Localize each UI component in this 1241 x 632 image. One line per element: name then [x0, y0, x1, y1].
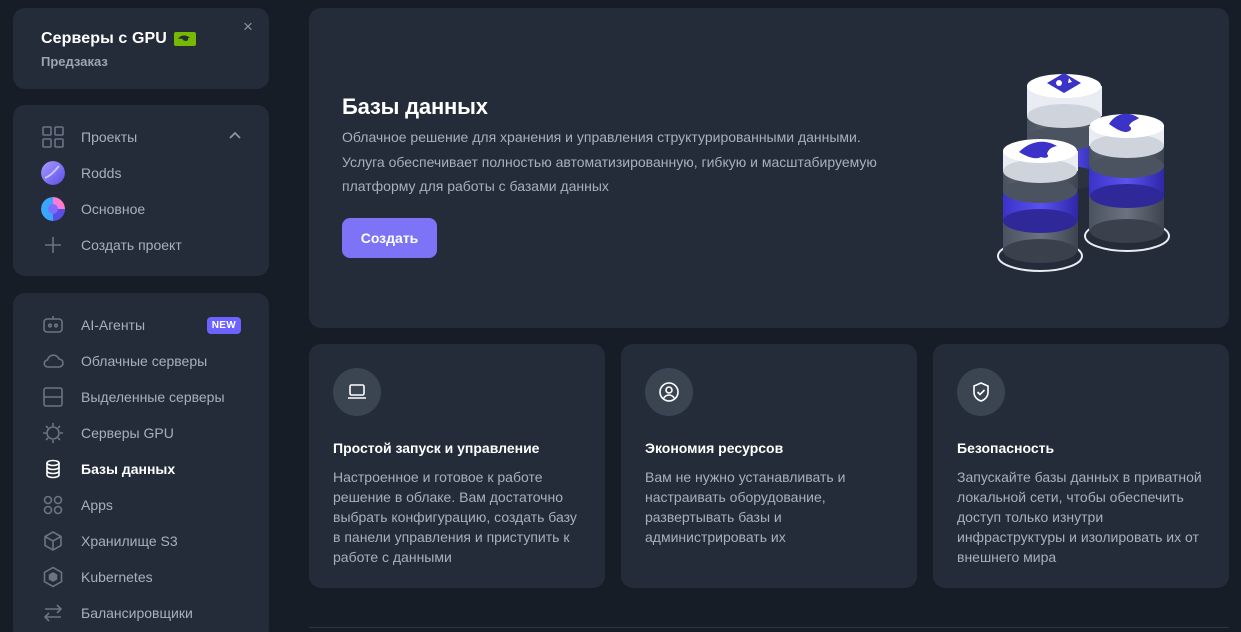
server-icon: [41, 385, 65, 409]
feature-description: Настроенное и готовое к работе решение в…: [333, 469, 577, 565]
hero-description: Облачное решение для хранения и управлен…: [342, 129, 877, 194]
project-item-rodds[interactable]: Rodds: [13, 155, 269, 191]
sidebar-item-label: Apps: [81, 497, 113, 513]
divider: [309, 627, 1229, 628]
create-project-label: Создать проект: [81, 237, 182, 253]
databases-hero: Базы данных Облачное решение для хранени…: [309, 8, 1229, 328]
sidebar-item-label: Балансировщики: [81, 605, 193, 621]
project-label: Rodds: [81, 165, 122, 181]
create-button[interactable]: Создать: [342, 218, 437, 258]
feature-description: Запускайте базы данных в приватной локал…: [957, 469, 1202, 565]
project-item-main[interactable]: Основное: [13, 191, 269, 227]
plus-icon: [41, 233, 65, 257]
feature-title: Экономия ресурсов: [645, 440, 784, 456]
nvidia-icon: [173, 32, 196, 46]
sidebar-item-gpu-servers[interactable]: Серверы GPU: [13, 415, 269, 451]
feature-card-resource-saving: Экономия ресурсов Вам не нужно устанавли…: [621, 344, 917, 588]
sidebar-item-label: Хранилище S3: [81, 533, 178, 549]
sidebar-item-label: Базы данных: [81, 461, 176, 477]
avatar: [41, 197, 65, 221]
services-nav: AI-Агенты NEW Облачные серверы Выделенны…: [13, 293, 269, 632]
sidebar-item-cloud-servers[interactable]: Облачные серверы: [13, 343, 269, 379]
chevron-up-icon[interactable]: [227, 128, 243, 144]
apps-icon: [41, 493, 65, 517]
sidebar-item-s3-storage[interactable]: Хранилище S3: [13, 523, 269, 559]
feature-title: Простой запуск и управление: [333, 440, 540, 456]
feature-card-easy-launch: Простой запуск и управление Настроенное …: [309, 344, 605, 588]
sidebar-item-databases[interactable]: Базы данных: [13, 451, 269, 487]
chip-icon: [41, 421, 65, 445]
new-badge: NEW: [206, 317, 241, 334]
sidebar-item-dedicated-servers[interactable]: Выделенные серверы: [13, 379, 269, 415]
app-root: Серверы с GPU Предзаказ × Проекты Rodds …: [0, 0, 1241, 632]
sidebar-item-label: Выделенные серверы: [81, 389, 225, 405]
sidebar-item-label: AI-Агенты: [81, 317, 146, 333]
sidebar-item-apps[interactable]: Apps: [13, 487, 269, 523]
sidebar-item-label: Kubernetes: [81, 569, 153, 585]
feature-title: Безопасность: [957, 440, 1055, 456]
cube-icon: [41, 529, 65, 553]
projects-label: Проекты: [81, 129, 138, 145]
cloud-icon: [41, 349, 65, 373]
page-title: Базы данных: [342, 94, 488, 119]
sidebar-item-ai-agents[interactable]: AI-Агенты NEW: [13, 307, 269, 343]
feature-card-security: Безопасность Запускайте базы данных в пр…: [933, 344, 1229, 588]
database-icon: [41, 457, 65, 481]
sidebar-item-label: Серверы GPU: [81, 425, 174, 441]
robot-icon: [41, 313, 65, 337]
sidebar-item-load-balancers[interactable]: Балансировщики: [13, 595, 269, 631]
promo-title: Серверы с GPU: [41, 30, 167, 47]
kubernetes-icon: [41, 565, 65, 589]
shield-check-icon: [957, 368, 1005, 416]
gpu-promo-card[interactable]: Серверы с GPU Предзаказ ×: [13, 8, 269, 89]
promo-subtitle: Предзаказ: [41, 54, 108, 69]
project-label: Основное: [81, 201, 146, 217]
feature-description: Вам не нужно устанавливать и настраивать…: [645, 469, 846, 545]
avatar: [41, 161, 65, 185]
projects-panel: Проекты Rodds Основное Создать проект: [13, 105, 269, 276]
arrows-icon: [41, 601, 65, 625]
user-circle-icon: [645, 368, 693, 416]
create-project-button[interactable]: Создать проект: [13, 227, 269, 263]
grid-icon: [41, 125, 65, 149]
close-icon[interactable]: ×: [237, 16, 259, 38]
laptop-icon: [333, 368, 381, 416]
database-stack-illustration: [997, 73, 1170, 272]
sidebar-item-kubernetes[interactable]: Kubernetes: [13, 559, 269, 595]
projects-header[interactable]: Проекты: [13, 119, 269, 155]
promo-title-row: Серверы с GPU: [41, 30, 241, 48]
sidebar-item-label: Облачные серверы: [81, 353, 208, 369]
